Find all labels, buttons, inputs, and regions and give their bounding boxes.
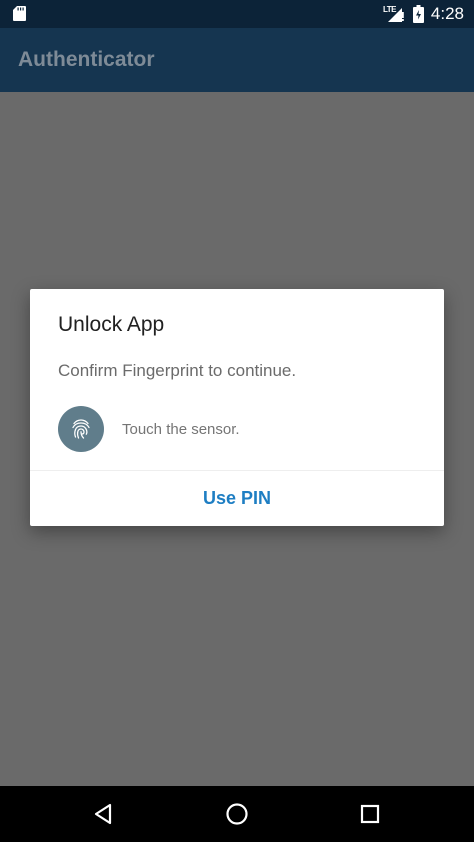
app-title: Authenticator — [18, 48, 155, 71]
unlock-dialog: Unlock App Confirm Fingerprint to contin… — [30, 289, 444, 526]
status-bar: LTE 4:28 — [0, 0, 474, 28]
recents-icon[interactable] — [356, 800, 384, 828]
back-icon[interactable] — [90, 800, 118, 828]
dialog-title: Unlock App — [58, 313, 165, 336]
use-pin-button[interactable]: Use PIN — [30, 471, 444, 526]
home-icon[interactable] — [223, 800, 251, 828]
dialog-message: Confirm Fingerprint to continue. — [58, 361, 297, 380]
clock: 4:28 — [430, 4, 464, 23]
battery-icon — [413, 5, 424, 23]
signal-icon — [388, 8, 404, 22]
sd-card-icon — [13, 6, 26, 21]
navigation-bar — [0, 786, 474, 842]
fingerprint-icon — [58, 406, 104, 452]
screen: LTE 4:28 Authenticator Unlock App Confir… — [0, 0, 474, 842]
app-bar: Authenticator — [0, 28, 474, 92]
fingerprint-status: Touch the sensor. — [122, 421, 240, 438]
